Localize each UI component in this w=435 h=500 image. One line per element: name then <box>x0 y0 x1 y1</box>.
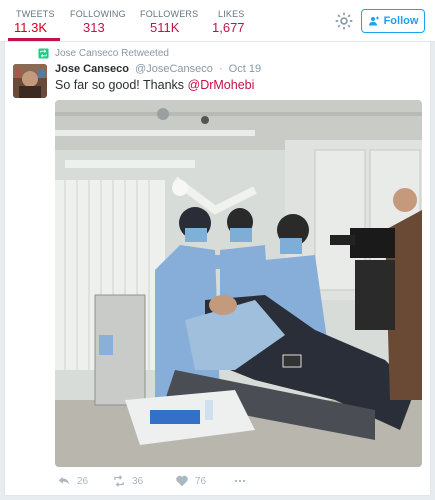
active-tab-underline <box>8 38 60 41</box>
retweet-badge-icon <box>38 48 49 59</box>
stat-likes[interactable]: LIKES 1,677 <box>210 0 260 42</box>
retweet-context: Jose Canseco Retweeted <box>38 48 169 59</box>
tweet-date[interactable]: Oct 19 <box>229 63 261 75</box>
heart-icon <box>176 475 188 487</box>
tweet-actions: 26 36 76 <box>55 474 355 490</box>
profile-stats-bar: TWEETS 11.3K FOLLOWING 313 FOLLOWERS 511… <box>0 0 435 42</box>
retweet-icon <box>114 475 124 487</box>
tweet-text: So far so good! Thanks @DrMohebi <box>55 78 254 92</box>
stat-likes-value: 1,677 <box>212 20 245 35</box>
stat-followers-value: 511K <box>150 20 180 35</box>
add-person-icon <box>368 16 379 26</box>
reply-button[interactable]: 26 <box>57 474 88 488</box>
author-handle[interactable]: @JoseCanseco <box>135 63 213 75</box>
follow-button-label: Follow <box>383 15 419 27</box>
stat-tweets-value: 11.3K <box>14 20 48 35</box>
tweet-card[interactable]: Jose Canseco Retweeted Jose Canseco @Jos… <box>4 42 431 496</box>
stat-following-label: FOLLOWING <box>70 9 126 19</box>
stat-following-value: 313 <box>83 20 105 35</box>
reply-count: 26 <box>77 475 89 487</box>
stat-following[interactable]: FOLLOWING 313 <box>70 0 130 42</box>
tweet-body: So far so good! Thanks <box>55 78 188 92</box>
like-button[interactable]: 76 <box>175 474 206 488</box>
tweet-photo[interactable] <box>55 100 422 467</box>
retweet-button[interactable]: 36 <box>112 474 143 488</box>
author-name[interactable]: Jose Canseco <box>55 63 129 75</box>
stat-followers-label: FOLLOWERS <box>140 9 199 19</box>
retweet-context-text: Jose Canseco Retweeted <box>55 48 169 59</box>
stat-tweets[interactable]: TWEETS 11.3K <box>14 0 62 42</box>
stat-tweets-label: TWEETS <box>16 9 55 19</box>
tweet-header: Jose Canseco @JoseCanseco · Oct 19 <box>55 63 261 75</box>
dental-procedure-photo <box>55 100 422 467</box>
more-dots-icon <box>234 479 246 483</box>
follow-button[interactable]: Follow <box>361 9 425 33</box>
gear-icon[interactable] <box>334 11 354 31</box>
header-separator: · <box>218 63 223 75</box>
stat-likes-label: LIKES <box>218 9 245 19</box>
tweet-mention-link[interactable]: @DrMohebi <box>188 78 255 92</box>
like-count: 76 <box>195 475 207 487</box>
more-button[interactable] <box>233 474 247 488</box>
avatar-image <box>13 64 47 98</box>
reply-icon <box>58 476 70 485</box>
stat-followers[interactable]: FOLLOWERS 511K <box>140 0 208 42</box>
author-avatar[interactable] <box>13 64 47 98</box>
retweet-count: 36 <box>132 475 144 487</box>
